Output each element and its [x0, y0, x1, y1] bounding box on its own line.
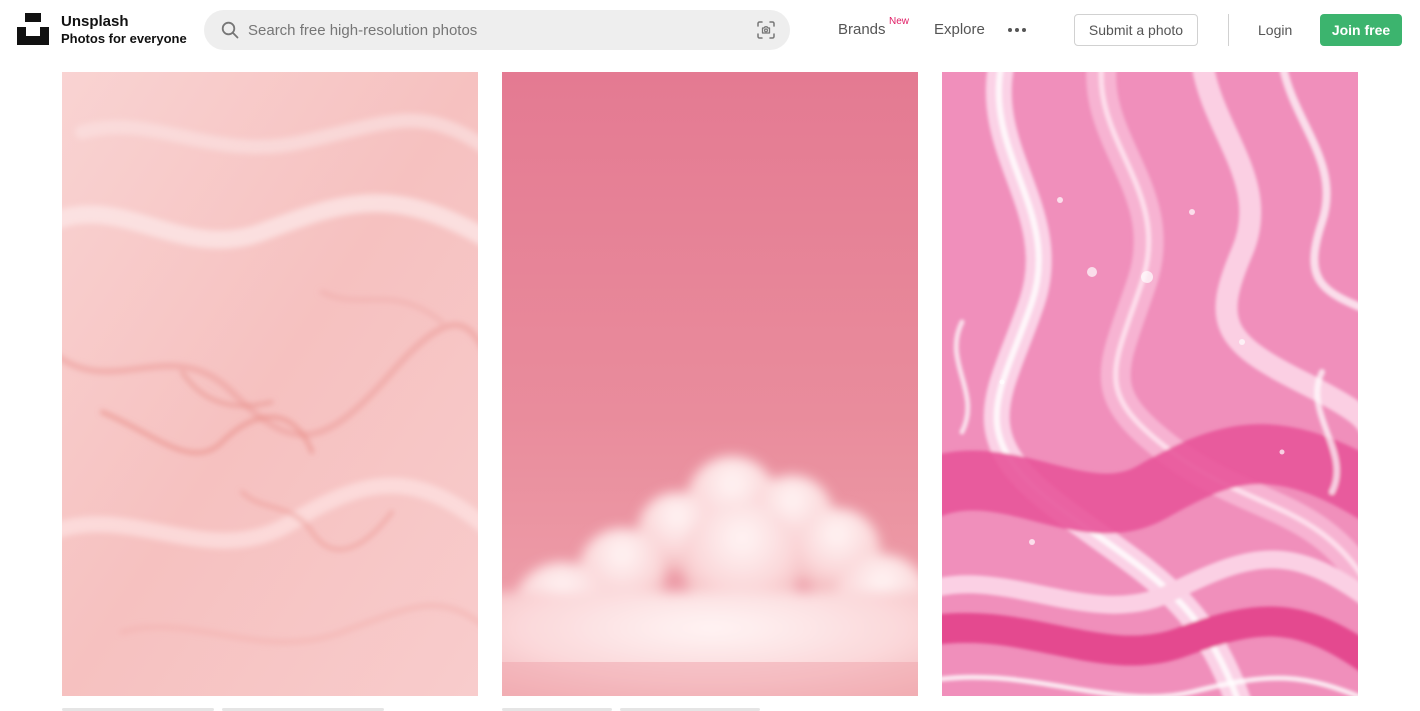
search-bar[interactable]	[204, 10, 790, 50]
photo-image	[502, 72, 918, 696]
login-link[interactable]: Login	[1258, 22, 1292, 38]
new-badge: New	[889, 16, 910, 27]
visual-search-icon[interactable]	[756, 20, 776, 40]
brand[interactable]: Unsplash Photos for everyone	[61, 13, 187, 47]
search-icon[interactable]	[220, 20, 240, 40]
unsplash-logo-icon[interactable]	[17, 13, 49, 45]
top-header: Unsplash Photos for everyone Brands New …	[0, 0, 1420, 60]
search-input[interactable]	[248, 10, 728, 50]
photo-pink-marble[interactable]	[62, 72, 478, 696]
photo-image	[942, 72, 1358, 696]
photo-pink-sky-cloud[interactable]	[502, 72, 918, 696]
nav-explore-link[interactable]: Explore	[934, 21, 985, 39]
brand-name: Unsplash	[61, 13, 129, 30]
nav-brands-link[interactable]: Brands	[838, 21, 886, 39]
join-free-button[interactable]: Join free	[1320, 14, 1402, 46]
photo-image	[62, 72, 478, 696]
photo-pink-fluid-art[interactable]	[942, 72, 1358, 696]
more-horizontal-icon[interactable]	[1006, 22, 1028, 38]
brand-tagline: Photos for everyone	[61, 31, 187, 46]
header-divider	[1228, 14, 1229, 46]
submit-photo-button[interactable]: Submit a photo	[1074, 14, 1198, 46]
